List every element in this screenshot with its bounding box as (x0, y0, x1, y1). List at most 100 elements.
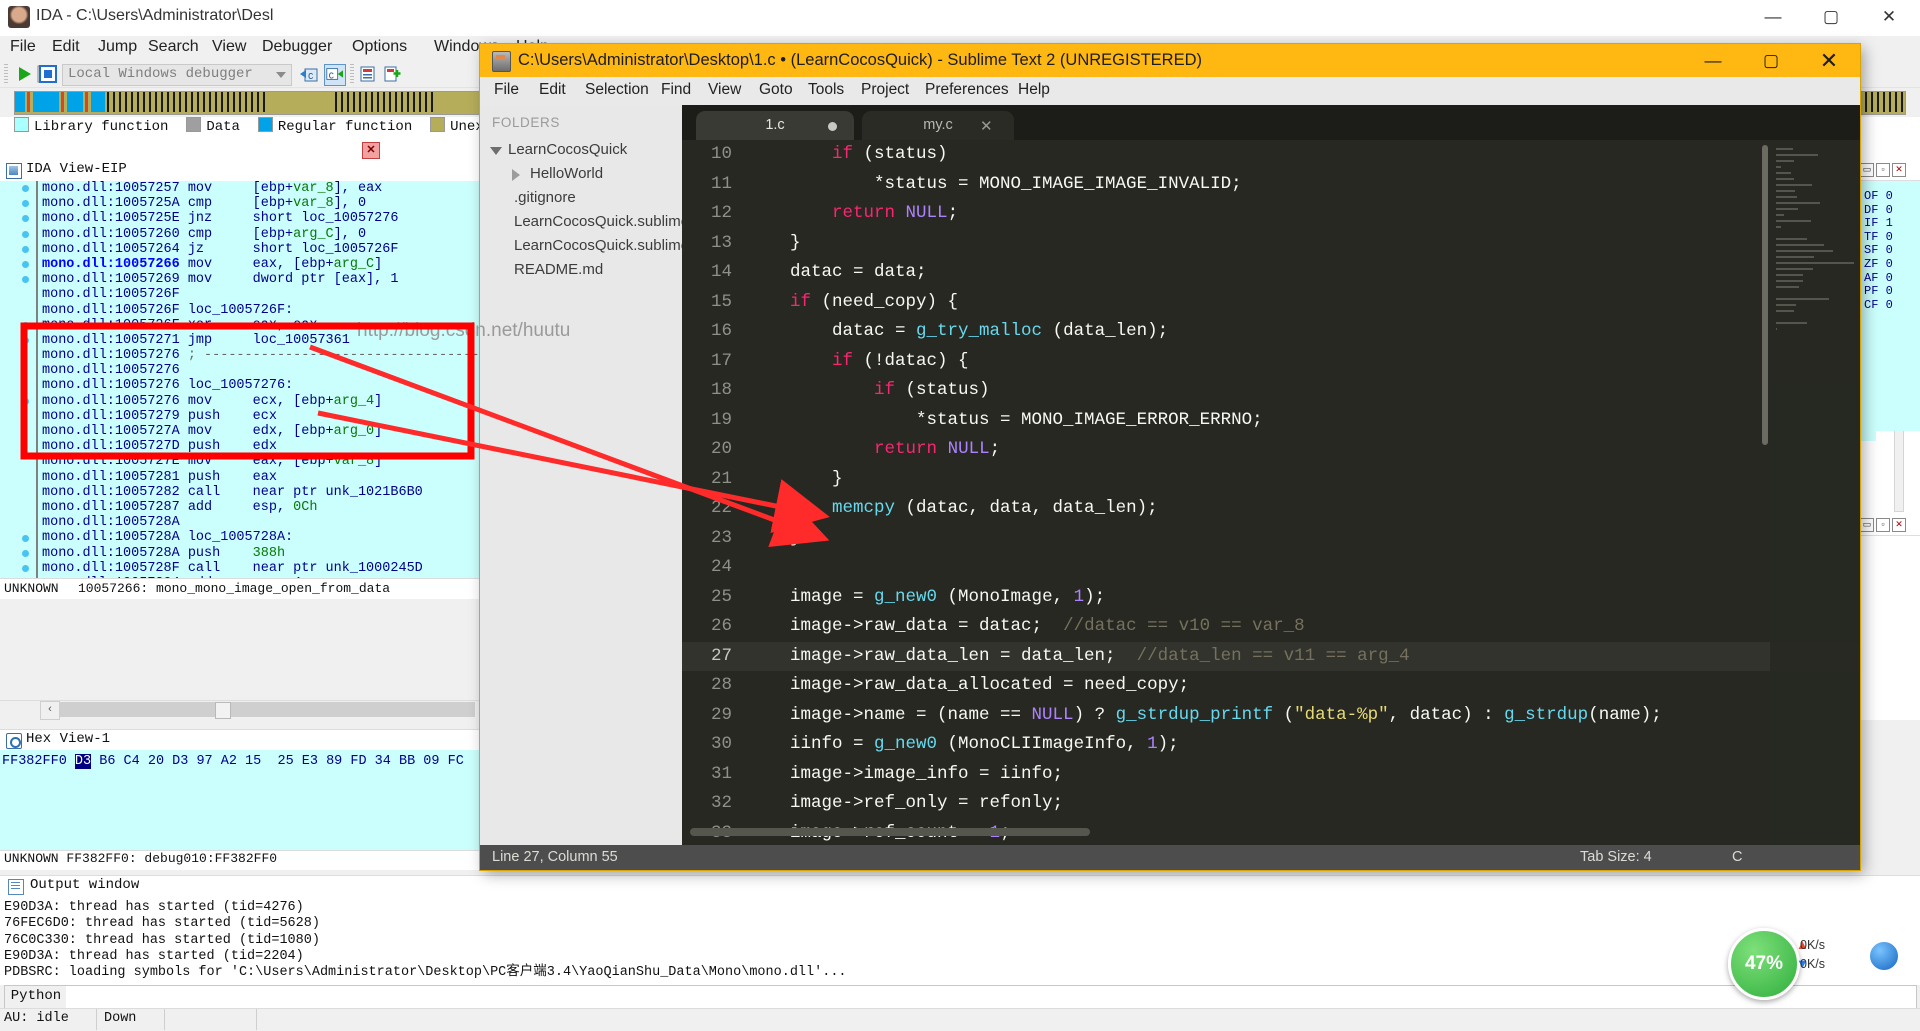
sublime-menu-goto[interactable]: Goto (759, 81, 793, 99)
breakpoint-dot-icon[interactable] (22, 185, 29, 192)
run-icon[interactable] (14, 64, 34, 84)
debugger-select[interactable]: Local Windows debugger (62, 64, 292, 86)
scrollbar-track[interactable] (60, 702, 475, 719)
disassembly-line[interactable]: mono.dll:1005727A mov edx, [ebp+arg_0] (36, 424, 480, 439)
disassembly-line[interactable]: mono.dll:10057282 call near ptr unk_1021… (36, 485, 480, 500)
sublime-horizontal-scrollbar[interactable] (690, 828, 1090, 836)
code-line[interactable]: 21 } (682, 465, 1860, 495)
code-line[interactable]: 16 datac = g_try_malloc (data_len); (682, 317, 1860, 347)
disassembly-line[interactable]: mono.dll:10057269 mov dword ptr [eax], 1 (36, 272, 480, 287)
sublime-minimap[interactable] (1770, 140, 1860, 845)
breakpoint-dot-icon[interactable] (22, 230, 29, 238)
disassembly-line[interactable]: mono.dll:10057279 push ecx (36, 409, 480, 424)
disassembly-line[interactable]: mono.dll:1005725A cmp [ebp+var_8], 0 (36, 196, 480, 211)
ida-minimize-button[interactable]: — (1744, 0, 1802, 34)
sublime-close-button[interactable]: ✕ (1800, 44, 1858, 77)
sidebar-item[interactable]: .gitignore (514, 189, 576, 206)
scrollbar-thumb[interactable] (215, 702, 231, 719)
code-line[interactable]: 10 if (status) (682, 140, 1860, 170)
disassembly-line[interactable]: mono.dll:10057276 loc_10057276: (36, 378, 480, 393)
disassembly-line[interactable]: mono.dll:1005726F (36, 287, 480, 302)
code-line[interactable]: 15 if (need_copy) { (682, 288, 1860, 318)
disassembly-line[interactable]: mono.dll:1005728A loc_1005728A: (36, 530, 480, 545)
code-line[interactable]: 22 memcpy (datac, data, data_len); (682, 494, 1860, 524)
sidebar-item[interactable]: README.md (514, 261, 603, 278)
code-line[interactable]: 28 image->raw_data_allocated = need_copy… (682, 671, 1860, 701)
code-line[interactable]: 17 if (!datac) { (682, 347, 1860, 377)
code-line[interactable]: 23 } (682, 524, 1860, 554)
disassembly-line[interactable]: mono.dll:1005728A push 388h (36, 546, 480, 561)
sublime-menu-help[interactable]: Help (1018, 81, 1050, 99)
disassembly-line[interactable]: mono.dll:1005726F loc_1005726F: (36, 303, 480, 318)
breakpoint-dot-icon[interactable] (22, 276, 29, 284)
right-pane-max-1[interactable]: ▫ (1876, 163, 1890, 177)
sidebar-item[interactable]: HelloWorld (512, 165, 603, 182)
ida-menu-search[interactable]: Search (148, 38, 199, 56)
scroll-left-icon[interactable]: ‹ (40, 701, 60, 720)
disassembly-line[interactable]: mono.dll:10057281 push eax (36, 470, 480, 485)
disassembly-line[interactable]: mono.dll:10057257 mov [ebp+var_8], eax (36, 181, 480, 196)
step-over-icon[interactable]: C (324, 64, 346, 86)
breakpoint-dot-icon[interactable] (22, 337, 29, 344)
ida-maximize-button[interactable]: ▢ (1802, 0, 1860, 34)
code-line[interactable]: 19 *status = MONO_IMAGE_ERROR_ERRNO; (682, 406, 1860, 436)
toolbar-grip[interactable] (4, 64, 8, 83)
disassembly-line[interactable]: mono.dll:1005728F call near ptr unk_1000… (36, 561, 480, 576)
disassembly-line[interactable]: mono.dll:1005727D push edx (36, 439, 480, 454)
breakpoint-dot-icon[interactable] (22, 245, 29, 253)
ida-menu-jump[interactable]: Jump (98, 38, 137, 56)
chevron-down-icon[interactable] (490, 147, 502, 155)
code-line[interactable]: 30 iinfo = g_new0 (MonoCLIImageInfo, 1); (682, 730, 1860, 760)
sublime-menu-find[interactable]: Find (661, 81, 691, 99)
code-line[interactable]: 25 image = g_new0 (MonoImage, 1); (682, 583, 1860, 613)
network-speed-widget[interactable]: 47% (1728, 928, 1800, 1000)
disassembly-view[interactable]: mono.dll:10057257 mov [ebp+var_8], eax mo… (0, 181, 480, 578)
disassembly-line[interactable]: mono.dll:10057276 (36, 363, 480, 378)
sublime-maximize-button[interactable]: ▢ (1742, 44, 1800, 77)
chevron-right-icon[interactable] (512, 169, 520, 181)
ida-menu-debugger[interactable]: Debugger (262, 38, 332, 56)
sublime-code-area[interactable]: 10 if (status) 11 *status = MONO_IMAGE_IM… (682, 140, 1860, 845)
python-console-tab[interactable]: Python (4, 985, 68, 1009)
sublime-menu-selection[interactable]: Selection (585, 81, 649, 99)
breakpoint-dot-icon[interactable] (22, 321, 29, 329)
code-line[interactable]: 18 if (status) (682, 376, 1860, 406)
right-pane-close-1[interactable]: ✕ (1892, 163, 1906, 177)
disassembly-line[interactable]: mono.dll:10057264 jz short loc_1005726F (36, 242, 480, 257)
disassembly-line[interactable]: mono.dll:1005725E jnz short loc_10057276 (36, 211, 480, 226)
code-line[interactable]: 14 datac = data; (682, 258, 1860, 288)
right-pane-restore-1[interactable]: ▭ (1860, 163, 1874, 177)
toolbar-grip-2[interactable] (350, 64, 354, 83)
hex-view-body[interactable]: FF382FF0 D3 B6 C4 20 D3 97 A2 15 25 E3 8… (0, 750, 480, 850)
tab-close-icon[interactable]: ✕ (980, 117, 993, 135)
python-console-input[interactable] (66, 985, 1917, 1009)
sublime-minimize-button[interactable]: — (1684, 44, 1742, 77)
debug-view-close-icon[interactable]: ✕ (362, 142, 380, 159)
right-pane-close-2[interactable]: ✕ (1892, 518, 1906, 532)
code-line[interactable]: 32 image->ref_only = refonly; (682, 789, 1860, 819)
hex-selected-byte[interactable]: D3 (74, 754, 92, 769)
breakpoint-dot-icon[interactable] (22, 200, 29, 208)
sublime-menu-edit[interactable]: Edit (539, 81, 566, 99)
disassembly-line[interactable]: mono.dll:1005728A (36, 515, 480, 530)
breakpoint-dot-icon[interactable] (22, 215, 29, 223)
code-line[interactable]: 20 return NULL; (682, 435, 1860, 465)
code-line[interactable]: 11 *status = MONO_IMAGE_IMAGE_INVALID; (682, 170, 1860, 200)
stop-icon[interactable] (38, 64, 58, 84)
new-window-icon[interactable] (358, 64, 378, 84)
sidebar-item[interactable]: LearnCocosQuick (490, 141, 627, 158)
disassembly-line[interactable]: mono.dll:10057266 mov eax, [ebp+arg_C] (36, 257, 480, 272)
code-line[interactable]: 24 (682, 553, 1860, 583)
code-line[interactable]: 12 return NULL; (682, 199, 1860, 229)
right-pane-restore-2[interactable]: ▭ (1860, 518, 1874, 532)
breakpoint-dot-icon[interactable] (22, 565, 29, 572)
sublime-menu-file[interactable]: File (494, 81, 519, 99)
sublime-vertical-scrollbar[interactable] (1762, 145, 1768, 445)
step-into-icon[interactable]: C (300, 64, 320, 84)
ida-close-button[interactable]: ✕ (1860, 0, 1918, 34)
right-pane-max-2[interactable]: ▫ (1876, 518, 1890, 532)
output-window-body[interactable]: E90D3A: thread has started (tid=4276) 76… (0, 897, 1920, 985)
sublime-menu-preferences[interactable]: Preferences (925, 81, 1009, 99)
code-line[interactable]: 26 image->raw_data = datac; //datac == v… (682, 612, 1860, 642)
disassembly-line[interactable]: mono.dll:10057276 ; --------------------… (36, 348, 480, 363)
